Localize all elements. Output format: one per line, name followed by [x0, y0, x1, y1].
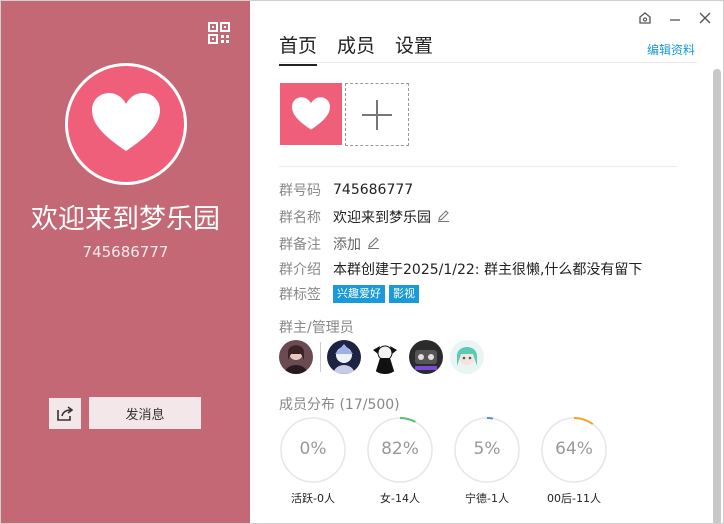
stat-percent: 64% — [555, 439, 593, 459]
stat-percent: 5% — [473, 439, 501, 459]
add-remark-link[interactable]: 添加 — [333, 234, 361, 254]
tab-settings[interactable]: 设置 — [395, 31, 433, 66]
info-intro: 群介绍 本群创建于2025/1/22: 群主很懒,什么都没有留下 — [279, 259, 642, 279]
stat-percent: 0% — [299, 439, 327, 459]
stat-caption: 00后-11人 — [547, 492, 601, 505]
avatar[interactable] — [450, 340, 484, 374]
avatar[interactable] — [368, 340, 402, 374]
qr-code-icon[interactable] — [208, 22, 230, 44]
info-group-number: 群号码 745686777 — [279, 180, 413, 200]
info-label: 群号码 — [279, 183, 321, 199]
stat-region[interactable]: 5% 宁德-1人 — [452, 415, 522, 506]
group-name-title: 欢迎来到梦乐园 — [31, 204, 220, 235]
heart-icon — [292, 97, 330, 130]
stat-caption: 宁德-1人 — [465, 492, 509, 505]
avatar[interactable] — [327, 340, 361, 374]
info-label: 群介绍 — [279, 262, 321, 278]
avatar[interactable] — [409, 340, 443, 374]
stat-age[interactable]: 64% 00后-11人 — [539, 415, 609, 506]
info-tags: 群标签 兴趣爱好 影视 — [279, 284, 423, 304]
add-photo-button[interactable] — [345, 83, 409, 146]
edit-pencil-icon[interactable] — [367, 236, 380, 253]
divider — [279, 62, 697, 63]
stat-active[interactable]: 0% 活跃-0人 — [278, 415, 348, 506]
tag-badge[interactable]: 影视 — [389, 285, 419, 303]
tab-home[interactable]: 首页 — [279, 31, 318, 66]
member-distribution-label: 成员分布 (17/500) — [279, 397, 400, 413]
share-button[interactable] — [49, 398, 81, 429]
group-avatar[interactable] — [65, 63, 187, 185]
heart-icon — [92, 93, 160, 151]
info-label: 群备注 — [279, 237, 321, 253]
left-panel: 欢迎来到梦乐园 745686777 发消息 — [1, 1, 250, 523]
stat-gender[interactable]: 82% 女-14人 — [365, 415, 435, 506]
edit-pencil-icon[interactable] — [437, 209, 450, 226]
stat-percent: 82% — [381, 439, 419, 459]
stat-caption: 女-14人 — [380, 492, 420, 505]
tab-members[interactable]: 成员 — [337, 31, 375, 66]
info-label: 群名称 — [279, 210, 321, 226]
group-name-value: 欢迎来到梦乐园 — [333, 210, 431, 226]
admins-list — [279, 340, 491, 374]
stat-caption: 活跃-0人 — [291, 492, 335, 505]
group-id-text: 745686777 — [82, 243, 169, 261]
close-icon[interactable] — [697, 11, 713, 27]
info-group-name: 群名称 欢迎来到梦乐园 — [279, 207, 450, 227]
info-remark: 群备注 添加 — [279, 234, 380, 254]
info-label: 群标签 — [279, 287, 321, 303]
send-message-button[interactable]: 发消息 — [89, 397, 201, 429]
scrollbar[interactable] — [713, 69, 721, 523]
tab-bar: 首页 成员 设置 — [279, 31, 453, 66]
skin-icon[interactable] — [637, 11, 653, 27]
divider — [320, 342, 321, 372]
share-icon — [57, 406, 73, 421]
avatar[interactable] — [279, 340, 313, 374]
group-photo[interactable] — [280, 83, 342, 145]
edit-profile-link[interactable]: 编辑资料 — [647, 41, 695, 58]
divider — [279, 166, 677, 167]
group-profile-window: 欢迎来到梦乐园 745686777 发消息 首页 成员 设置 编辑资料 群号码 … — [0, 0, 724, 524]
group-number-value: 745686777 — [333, 182, 414, 198]
intro-value: 本群创建于2025/1/22: 群主很懒,什么都没有留下 — [333, 262, 643, 278]
minimize-icon[interactable] — [667, 11, 683, 27]
admins-label: 群主/管理员 — [279, 320, 354, 336]
tag-badge[interactable]: 兴趣爱好 — [333, 285, 385, 303]
